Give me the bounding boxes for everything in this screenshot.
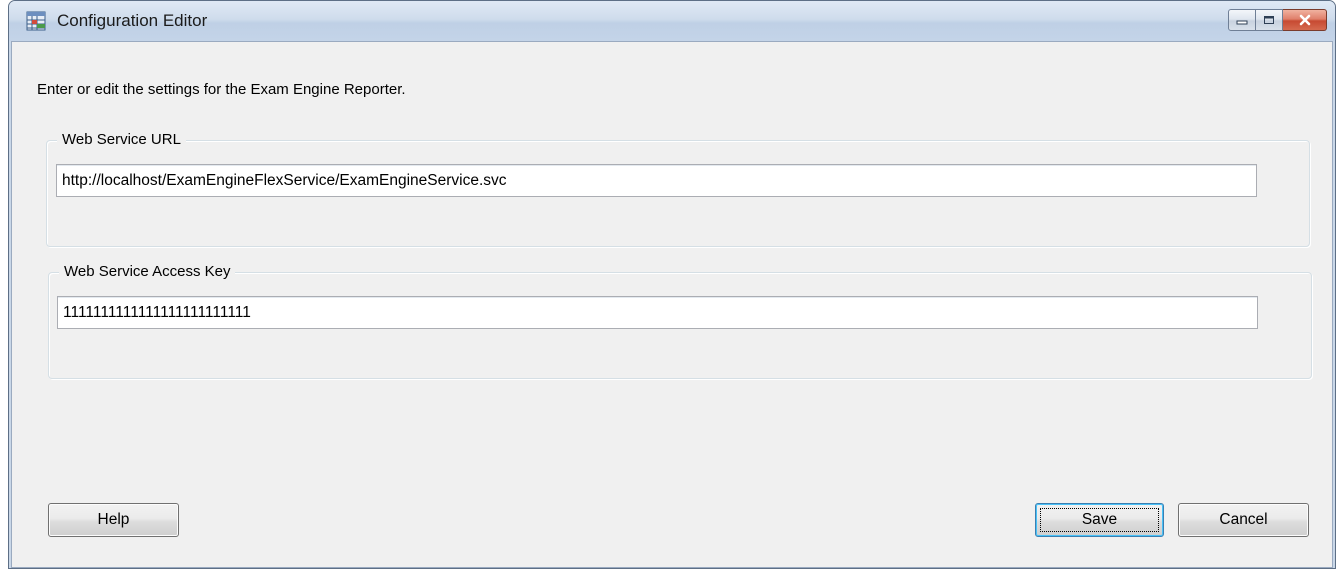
focus-rectangle — [1040, 508, 1159, 532]
table-grid-icon — [26, 11, 46, 31]
help-button[interactable]: Help — [48, 503, 179, 537]
maximize-button[interactable] — [1256, 9, 1283, 31]
maximize-icon — [1264, 16, 1274, 24]
minimize-button[interactable] — [1228, 9, 1256, 31]
window-title: Configuration Editor — [57, 11, 208, 30]
minimize-icon — [1236, 20, 1248, 25]
save-button[interactable]: Save — [1035, 503, 1164, 537]
caption-buttons — [1228, 9, 1327, 33]
close-icon — [1299, 14, 1310, 26]
close-button[interactable] — [1283, 9, 1327, 31]
web-service-url-input[interactable]: http://localhost/ExamEngineFlexService/E… — [56, 164, 1257, 197]
web-service-access-key-input[interactable]: 1111111111111111111111111 — [57, 296, 1258, 329]
cancel-button[interactable]: Cancel — [1178, 503, 1309, 537]
instructions-text: Enter or edit the settings for the Exam … — [37, 81, 406, 98]
title-bar[interactable]: Configuration Editor — [9, 1, 1335, 41]
cancel-button-label: Cancel — [1219, 511, 1268, 528]
web-service-access-key-label: Web Service Access Key — [59, 263, 236, 281]
help-button-label: Help — [97, 511, 130, 528]
web-service-url-label: Web Service URL — [57, 131, 186, 149]
